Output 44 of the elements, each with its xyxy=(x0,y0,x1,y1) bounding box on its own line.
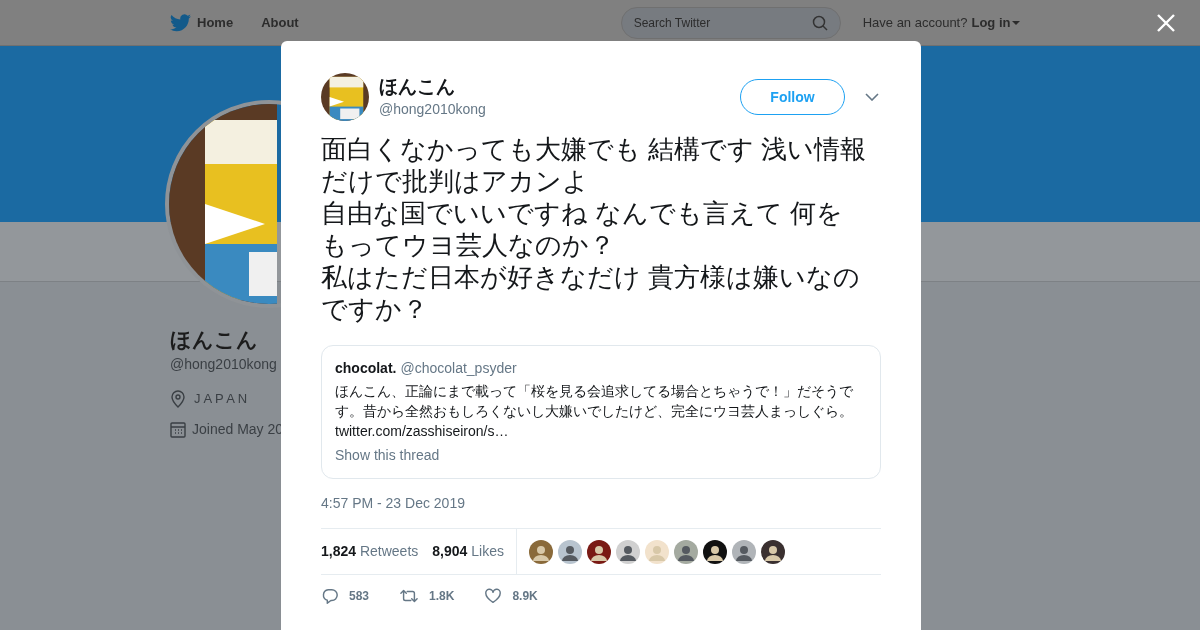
author-name: ほんこん xyxy=(379,74,456,99)
bird-icon xyxy=(170,13,191,32)
location-icon xyxy=(170,389,186,408)
quoted-author-handle: @chocolat_psyder xyxy=(400,359,517,378)
avatar[interactable] xyxy=(586,539,611,564)
caret-icon xyxy=(1012,19,1021,26)
retweet-icon xyxy=(399,587,420,605)
stat-link[interactable]: 1,824 Retweets xyxy=(321,541,419,562)
stat-count: 8,904 xyxy=(432,543,468,559)
author-handle: @hong2010kong xyxy=(379,99,486,119)
reply-icon xyxy=(321,587,339,605)
close-icon[interactable] xyxy=(1157,13,1175,32)
stat-link[interactable]: 8,904 Likes xyxy=(432,541,504,562)
heart-icon xyxy=(484,587,503,605)
nav-link[interactable]: Home xyxy=(197,12,234,33)
tweet-timestamp: 4:57 PM - 23 Dec 2019 xyxy=(321,494,466,513)
avatar[interactable] xyxy=(731,539,756,564)
search-icon xyxy=(811,14,828,31)
avatar[interactable] xyxy=(760,539,785,564)
quoted-author-name: chocolat. xyxy=(335,359,397,378)
avatar[interactable] xyxy=(673,539,698,564)
tweet-text: 面白くなかっても大嫌でも 結構です 浅い情報だけで批判はアカンよ xyxy=(321,133,868,197)
nav-link[interactable]: About xyxy=(261,12,299,33)
action-count: 8.9K xyxy=(512,588,538,605)
quoted-text: ほんこん、正論にまで載って「桜を見る会追求してる場合とちゃうで！」だそうです。昔から全然おもしろくないし大嫌いでしたけど、完全にウヨ芸人まっしぐら。 xyxy=(335,382,854,421)
calendar-icon xyxy=(170,420,186,438)
action-count: 583 xyxy=(349,588,370,605)
avatar[interactable] xyxy=(615,539,640,564)
profile-handle: @hong2010kong xyxy=(170,355,278,374)
tweet-text: 自由な国でいいですね なんでも言えて 何をもってウヨ芸人なのか？ xyxy=(321,197,845,261)
stat-count: 1,824 xyxy=(321,543,357,559)
chevron-down-icon[interactable] xyxy=(865,93,879,101)
profile-name: ほんこん xyxy=(170,327,259,353)
action-count: 1.8K xyxy=(429,588,455,605)
quoted-link[interactable]: twitter.com/zasshiseiron/s… xyxy=(335,421,867,441)
search-field[interactable]: Search Twitter xyxy=(620,6,841,39)
login-link[interactable]: Log in xyxy=(971,12,1021,33)
avatar[interactable] xyxy=(557,539,582,564)
tweet-text: 私はただ日本が好きなだけ 貴方様は嫌いなのですか？ xyxy=(321,261,862,325)
show-thread-link[interactable]: Show this thread xyxy=(335,445,867,466)
quoted-tweet[interactable]: chocolat. @chocolat_psyder ほんこん、正論にまで載って「桜を見る会追求してる場合とちゃうで！」だそうです。昔から全然おもしろくないし大嫌いでしたけど、完全にウヨ芸人まっしぐら。 twitter.com/zasshiseiron/s… Show this thread xyxy=(321,345,881,479)
account-prompt: Have an account? xyxy=(862,13,968,32)
avatar[interactable] xyxy=(702,539,727,564)
profile-location: J A P A N xyxy=(194,390,248,408)
